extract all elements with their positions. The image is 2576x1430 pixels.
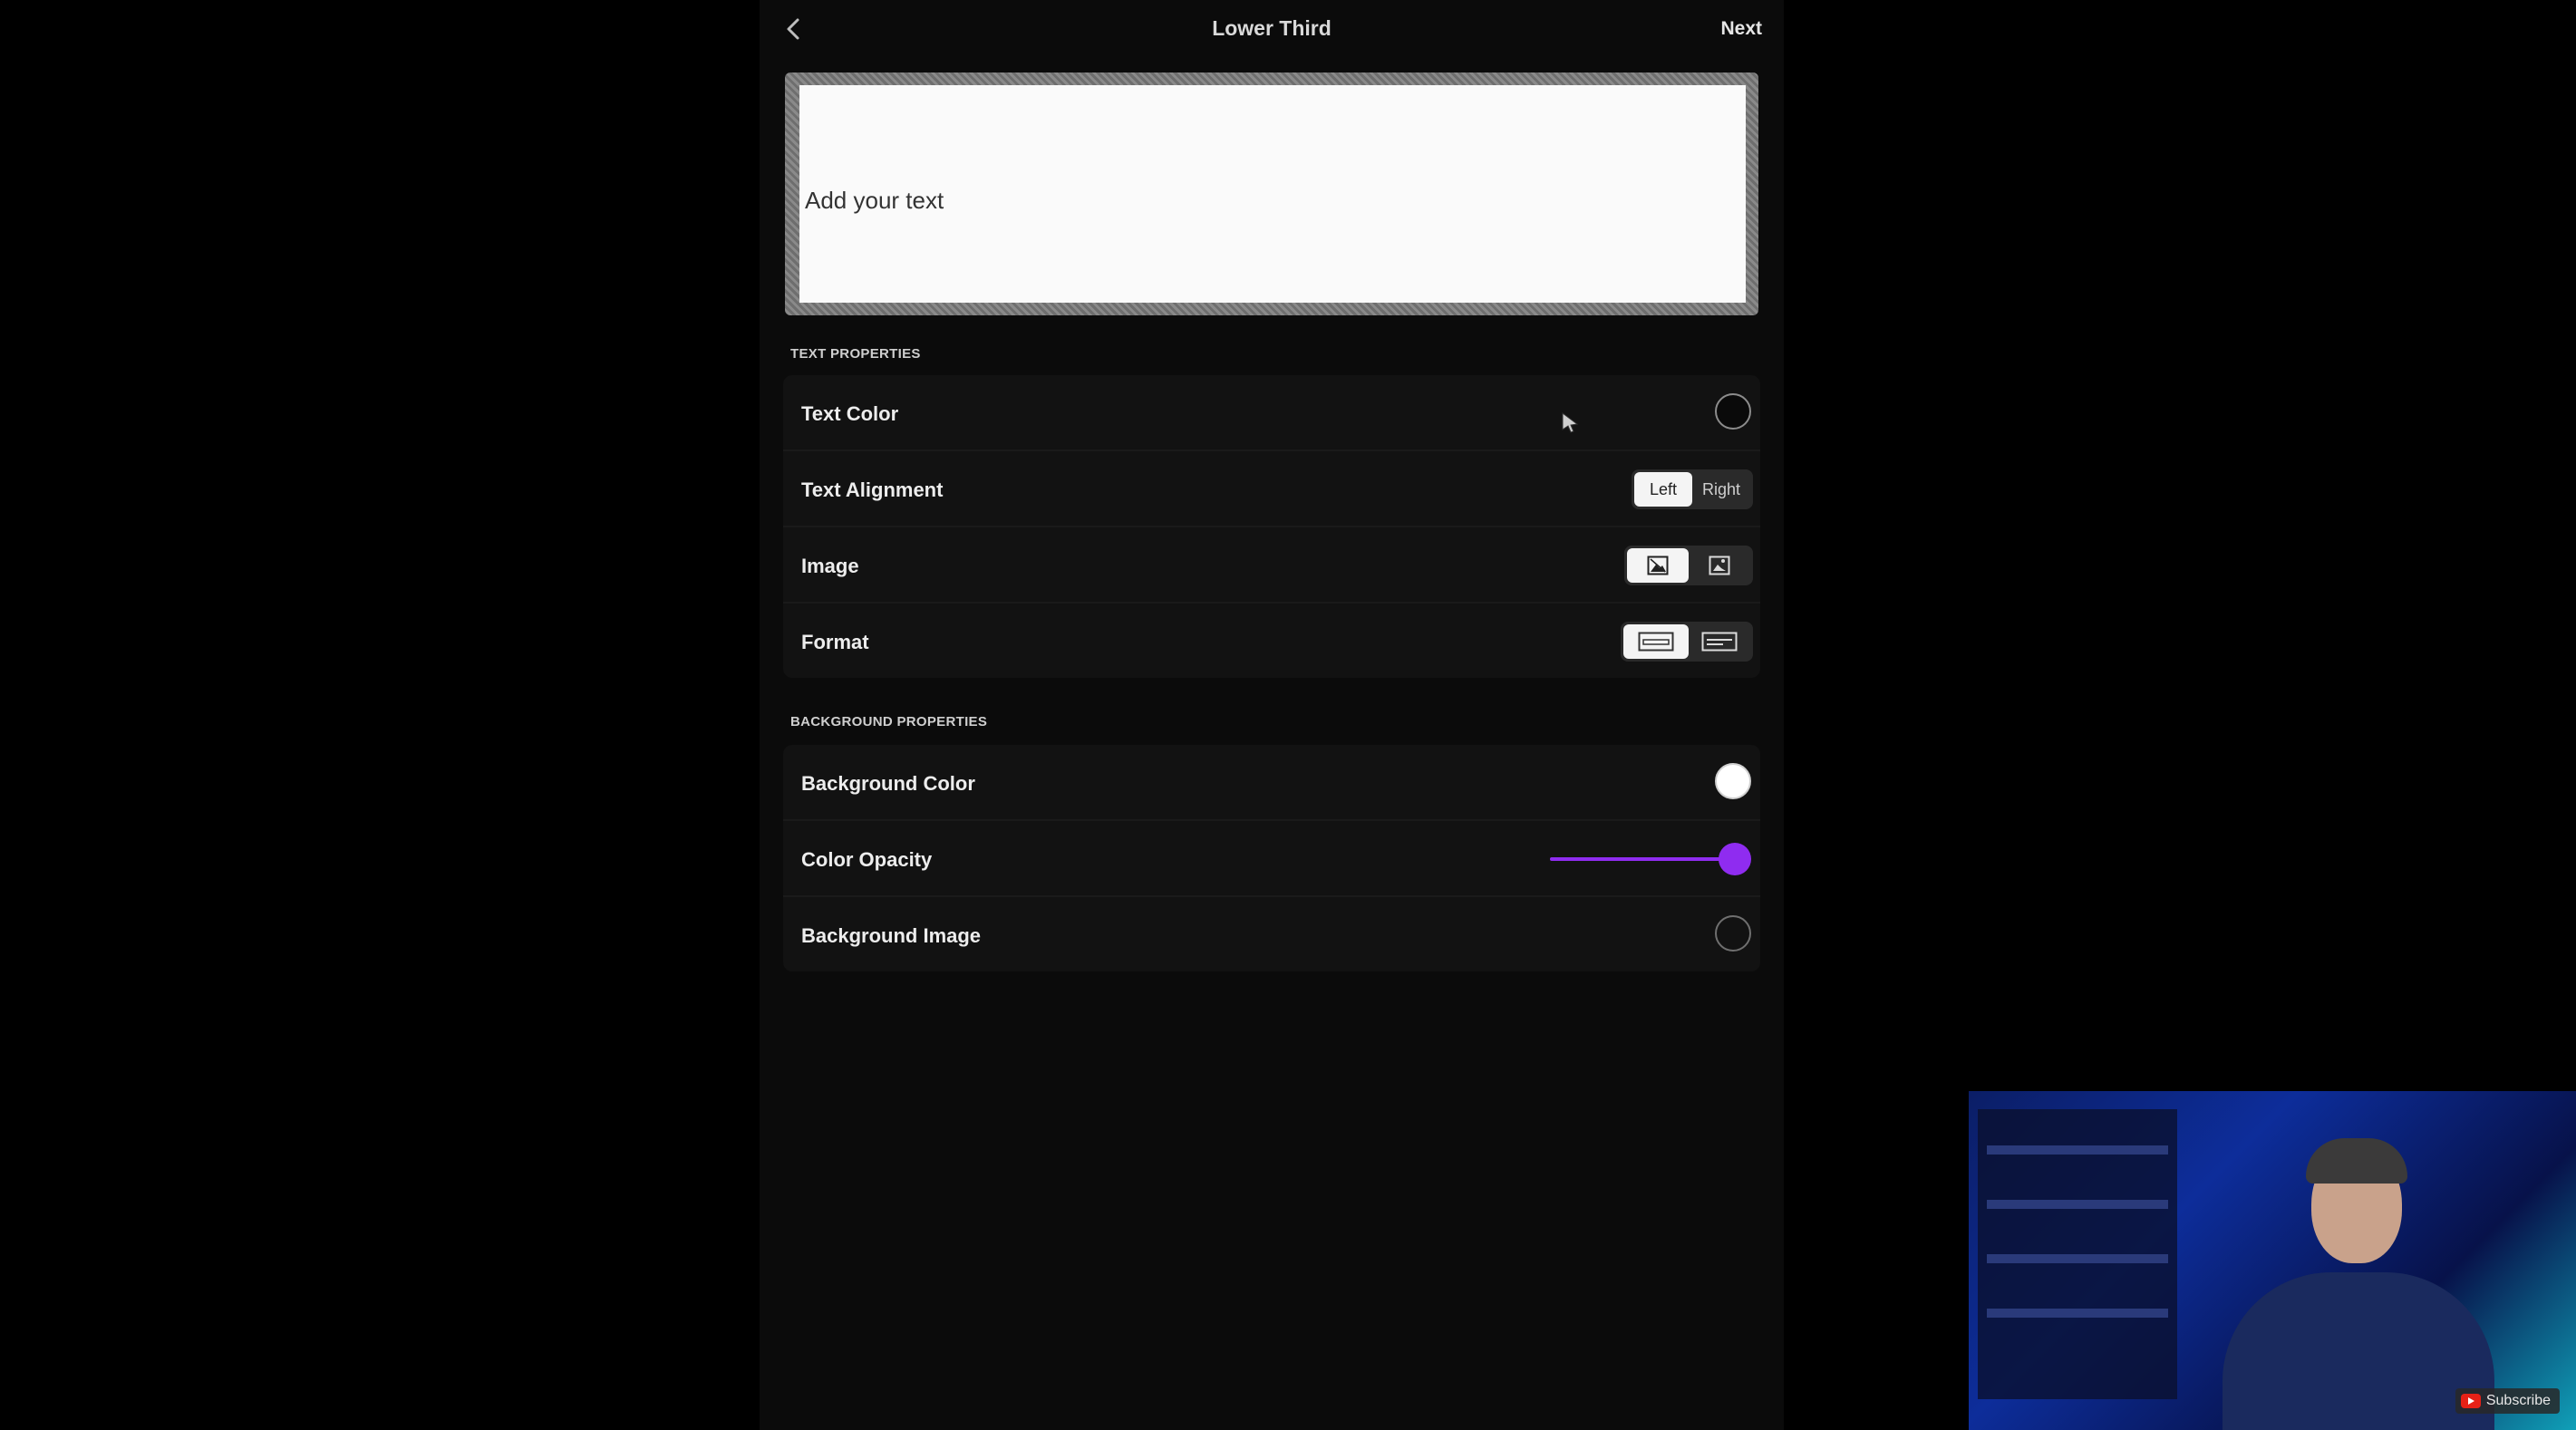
slider-fill <box>1550 857 1735 861</box>
format-segmented-control <box>1621 622 1753 662</box>
slider-thumb[interactable] <box>1719 843 1751 875</box>
page-title: Lower Third <box>1212 16 1332 40</box>
image-segmented-control <box>1624 546 1753 585</box>
format-box-option[interactable] <box>1689 624 1750 659</box>
color-opacity-slider[interactable] <box>1550 841 1751 877</box>
image-outline-icon <box>1709 556 1730 575</box>
color-opacity-label: Color Opacity <box>801 848 933 871</box>
subscribe-label: Subscribe <box>2485 1393 2551 1408</box>
format-bar-option[interactable] <box>1623 624 1689 659</box>
subscribe-button[interactable]: Subscribe <box>2455 1388 2560 1414</box>
format-row: Format <box>783 604 1760 678</box>
person-figure <box>2223 1272 2494 1430</box>
youtube-icon <box>2460 1394 2481 1408</box>
format-box-icon <box>1701 632 1738 652</box>
background-image-label: Background Image <box>801 924 982 947</box>
pointer-cursor-icon <box>1562 412 1579 433</box>
background-image-toggle[interactable] <box>1715 915 1751 952</box>
alignment-right-option[interactable]: Right <box>1692 472 1750 507</box>
screen: Lower Third Next Add your text TEXT PROP… <box>0 0 2576 1430</box>
format-bar-icon <box>1638 632 1674 652</box>
image-outline-option[interactable] <box>1689 548 1750 583</box>
text-color-label: Text Color <box>801 402 899 425</box>
text-alignment-row: Text Alignment Left Right <box>783 451 1760 527</box>
lower-third-preview: Add your text <box>785 72 1758 315</box>
navigation-bar: Lower Third Next <box>760 0 1784 60</box>
preview-canvas[interactable]: Add your text <box>799 85 1746 303</box>
person-hair <box>2306 1138 2407 1184</box>
text-color-swatch[interactable] <box>1715 393 1751 430</box>
background-color-label: Background Color <box>801 772 975 795</box>
color-opacity-row: Color Opacity <box>783 821 1760 897</box>
text-alignment-label: Text Alignment <box>801 478 944 501</box>
background-image-row[interactable]: Background Image <box>783 897 1760 971</box>
text-properties-header: TEXT PROPERTIES <box>790 346 921 362</box>
image-filled-icon <box>1647 556 1669 575</box>
text-properties-group: Text Color Text Alignment Left Right Ima… <box>783 375 1760 678</box>
background-properties-group: Background Color Color Opacity Backgroun… <box>783 745 1760 971</box>
background-color-swatch[interactable] <box>1715 763 1751 799</box>
text-color-row[interactable]: Text Color <box>783 375 1760 451</box>
text-alignment-segmented-control: Left Right <box>1632 469 1753 509</box>
preview-placeholder-text[interactable]: Add your text <box>805 187 944 215</box>
alignment-left-option[interactable]: Left <box>1634 472 1692 507</box>
format-label: Format <box>801 631 869 653</box>
image-row: Image <box>783 527 1760 604</box>
background-color-row[interactable]: Background Color <box>783 745 1760 821</box>
image-filled-option[interactable] <box>1627 548 1689 583</box>
app-panel: Lower Third Next Add your text TEXT PROP… <box>760 0 1784 1430</box>
background-properties-header: BACKGROUND PROPERTIES <box>790 714 988 729</box>
next-button[interactable]: Next <box>1720 18 1762 40</box>
image-label: Image <box>801 555 859 577</box>
webcam-overlay: Subscribe <box>1969 1091 2576 1430</box>
